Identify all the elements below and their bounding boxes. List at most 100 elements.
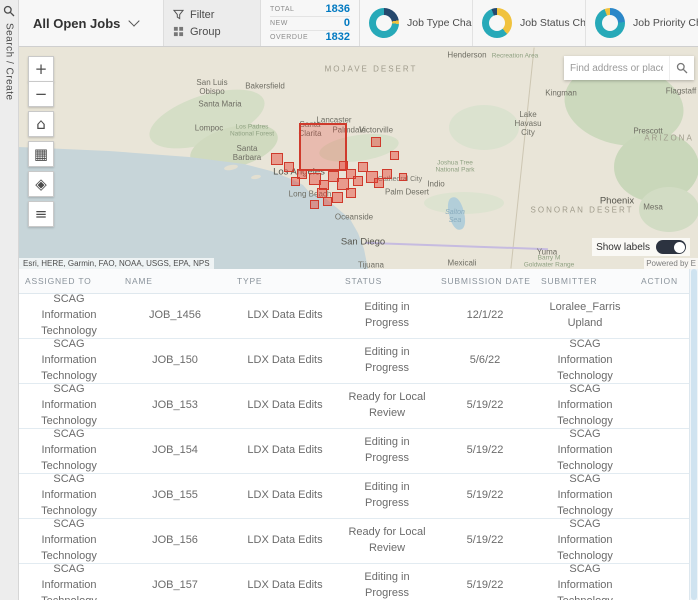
job-location-marker[interactable]	[399, 173, 407, 181]
job-location-marker[interactable]	[284, 162, 294, 172]
column-header-assigned-to[interactable]: ASSIGNED TO	[19, 269, 119, 293]
table-row[interactable]: SCAG Information Technology JOB_156 LDX Da…	[19, 519, 698, 564]
donut-hole	[376, 15, 392, 31]
cell-status: Ready for Local Review	[348, 391, 426, 419]
group-icon	[173, 26, 184, 37]
cell-submission-date: 5/19/22	[466, 399, 504, 412]
stat-value: 1836	[325, 3, 350, 15]
scrollbar-thumb[interactable]	[691, 269, 697, 600]
column-header-status[interactable]: STATUS	[339, 269, 435, 293]
table-row[interactable]: SCAG Information Technology JOB_155 LDX Da…	[19, 474, 698, 519]
show-labels-control: Show labels	[592, 238, 690, 256]
table-body: SCAG Information Technology JOB_1456 LDX D…	[19, 294, 698, 600]
cell-name: JOB_153	[152, 399, 198, 412]
search-create-label: Search / Create	[3, 23, 15, 101]
cell-name: JOB_155	[152, 489, 198, 502]
job-markers-layer	[19, 47, 698, 269]
job-location-marker[interactable]	[390, 151, 399, 160]
chart-label: Job Status Chart	[520, 17, 585, 29]
cell-assigned-to: SCAG Information Technology	[41, 339, 97, 382]
job-location-marker[interactable]	[374, 178, 384, 188]
cell-submission-date: 5/19/22	[466, 534, 504, 547]
donut-hole	[602, 15, 618, 31]
search-create-tab[interactable]: Search / Create	[0, 0, 19, 600]
stat-label: OVERDUE	[270, 33, 309, 41]
job-location-marker[interactable]	[353, 176, 363, 186]
table-row[interactable]: SCAG Information Technology JOB_157 LDX Da…	[19, 564, 698, 600]
job-location-marker[interactable]	[371, 137, 381, 147]
cell-submitter: SCAG Information Technology	[557, 474, 613, 517]
cell-name: JOB_1456	[149, 309, 201, 322]
table-row[interactable]: SCAG Information Technology JOB_153 LDX Da…	[19, 384, 698, 429]
cell-name: JOB_157	[152, 579, 198, 592]
cell-type: LDX Data Edits	[247, 534, 323, 547]
cell-name: JOB_156	[152, 534, 198, 547]
search-icon	[676, 62, 688, 74]
map-search-button[interactable]	[669, 56, 694, 80]
jobs-table: ASSIGNED TO NAME TYPE STATUS SUBMISSION DATE…	[19, 269, 698, 600]
column-header-submission-date[interactable]: SUBMISSION DATE	[435, 269, 535, 293]
job-location-marker[interactable]	[271, 153, 283, 165]
home-button[interactable]: ⌂	[28, 111, 54, 137]
cell-submitter: SCAG Information Technology	[557, 429, 613, 472]
map-search-input[interactable]	[564, 56, 669, 80]
map-canvas[interactable]: San Luis Obispo Bakersfield Santa Maria Lom…	[19, 47, 698, 269]
stat-value: 0	[343, 17, 350, 29]
donut-chart-icon	[595, 8, 625, 38]
job-location-marker[interactable]	[339, 161, 348, 170]
layers-button[interactable]: ◈	[28, 171, 54, 197]
cell-status: Editing in Progress	[364, 436, 410, 464]
filter-label: Filter	[190, 8, 215, 21]
chart-group-3[interactable]: Job Priority Ch...	[586, 0, 698, 46]
stat-value: 1832	[325, 31, 350, 43]
column-header-name[interactable]: NAME	[119, 269, 231, 293]
donut-chart-icon	[482, 8, 512, 38]
column-header-type[interactable]: TYPE	[231, 269, 339, 293]
basemap-button[interactable]: ▦	[28, 141, 54, 167]
charts-panel: Job Type Chart Job Status Chart Job Priori…	[360, 0, 698, 46]
filter-button[interactable]: Filter	[173, 9, 251, 21]
chart-group-2[interactable]: Job Status Chart	[473, 0, 586, 46]
cell-status: Editing in Progress	[364, 571, 410, 599]
column-header-submitter[interactable]: SUBMITTER	[535, 269, 635, 293]
cell-submitter: SCAG Information Technology	[557, 564, 613, 600]
show-labels-label: Show labels	[596, 241, 650, 253]
cell-type: LDX Data Edits	[247, 579, 323, 592]
workflow-manager-app: Search / Create All Open Jobs Filter Gro…	[0, 0, 698, 600]
job-location-marker[interactable]	[346, 188, 356, 198]
chart-group-1[interactable]: Job Type Chart	[360, 0, 473, 46]
group-button[interactable]: Group	[173, 26, 251, 38]
filter-icon	[173, 9, 184, 20]
cell-assigned-to: SCAG Information Technology	[41, 564, 97, 600]
dashboard-header: All Open Jobs Filter Group TOTAL 1836 NE…	[19, 0, 698, 47]
cell-type: LDX Data Edits	[247, 354, 323, 367]
vertical-scrollbar[interactable]	[689, 269, 698, 600]
cell-submission-date: 5/19/22	[466, 444, 504, 457]
table-row[interactable]: SCAG Information Technology JOB_154 LDX Da…	[19, 429, 698, 474]
job-location-marker[interactable]	[323, 197, 332, 206]
table-row[interactable]: SCAG Information Technology JOB_1456 LDX D…	[19, 294, 698, 339]
stat-label: NEW	[270, 19, 288, 27]
zoom-out-button[interactable]: −	[28, 81, 54, 107]
cell-status: Editing in Progress	[364, 346, 410, 374]
stat-new: NEW 0	[270, 17, 350, 31]
table-header-row: ASSIGNED TO NAME TYPE STATUS SUBMISSION DATE…	[19, 269, 698, 294]
job-location-marker[interactable]	[291, 177, 300, 186]
stat-overdue: OVERDUE 1832	[270, 31, 350, 44]
table-row[interactable]: SCAG Information Technology JOB_150 LDX Da…	[19, 339, 698, 384]
donut-chart-icon	[369, 8, 399, 38]
job-location-marker[interactable]	[332, 192, 343, 203]
job-location-marker[interactable]	[382, 169, 392, 179]
legend-button[interactable]: ≡	[28, 201, 54, 227]
job-location-marker[interactable]	[310, 200, 319, 209]
cell-type: LDX Data Edits	[247, 444, 323, 457]
cell-assigned-to: SCAG Information Technology	[41, 519, 97, 562]
cell-submission-date: 5/19/22	[466, 579, 504, 592]
cell-assigned-to: SCAG Information Technology	[41, 474, 97, 517]
job-filter-dropdown[interactable]: All Open Jobs	[19, 0, 164, 46]
cell-type: LDX Data Edits	[247, 309, 323, 322]
show-labels-toggle[interactable]	[656, 240, 686, 254]
cell-submitter: SCAG Information Technology	[557, 384, 613, 427]
zoom-in-button[interactable]: +	[28, 56, 54, 82]
cell-submitter: Loralee_Farris Upland	[549, 301, 621, 329]
